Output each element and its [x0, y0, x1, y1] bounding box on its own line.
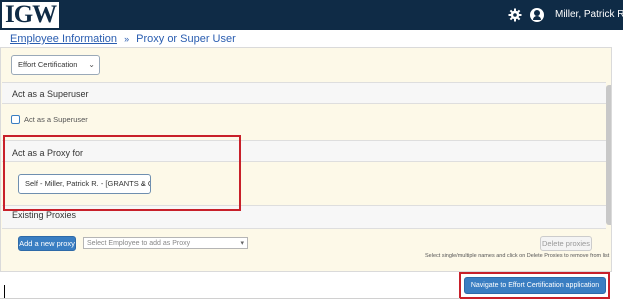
- breadcrumb-current: Proxy or Super User: [136, 33, 236, 45]
- superuser-section-title: Act as a Superuser: [12, 89, 89, 99]
- superuser-checkbox[interactable]: [11, 115, 20, 124]
- footer-divider: [0, 298, 460, 299]
- chevron-down-icon: ⌄: [139, 179, 146, 188]
- breadcrumb: Employee Information » Proxy or Super Us…: [10, 33, 236, 45]
- proxy-select[interactable]: Self - Miller, Patrick R. - [GRANTS & CO…: [18, 174, 151, 194]
- chevron-down-icon: ▾: [240, 240, 244, 247]
- superuser-section-header: Act as a Superuser: [2, 82, 606, 104]
- text-cursor: [4, 285, 5, 299]
- delete-proxies-hint: Select single/multiple names and click o…: [425, 253, 610, 259]
- chevron-down-icon: ⌄: [88, 60, 95, 69]
- application-select[interactable]: Effort Certification ⌄: [11, 55, 100, 75]
- application-select-value: Effort Certification: [18, 60, 78, 69]
- breadcrumb-link-employee-information[interactable]: Employee Information: [10, 33, 117, 45]
- superuser-checkbox-label[interactable]: Act as a Superuser: [24, 115, 88, 124]
- proxy-section-title: Act as a Proxy for: [12, 148, 84, 158]
- proxy-select-value: Self - Miller, Patrick R. - [GRANTS & CO…: [25, 179, 150, 188]
- existing-proxies-section-header: Existing Proxies: [2, 205, 606, 229]
- delete-proxies-button[interactable]: Delete proxies: [540, 236, 592, 251]
- employee-proxy-input[interactable]: Select Employee to add as Proxy ▾: [83, 237, 248, 249]
- proxy-section-header: Act as a Proxy for: [2, 140, 606, 162]
- navigate-effort-certification-button[interactable]: Navigate to Effort Certification applica…: [464, 277, 606, 294]
- top-bar: IGW Miller, Patrick R.: [0, 0, 623, 30]
- add-proxy-button[interactable]: Add a new proxy: [18, 236, 76, 251]
- employee-proxy-placeholder: Select Employee to add as Proxy: [87, 240, 191, 247]
- breadcrumb-separator: »: [124, 34, 130, 44]
- gear-icon[interactable]: [508, 8, 522, 22]
- existing-proxies-section-title: Existing Proxies: [12, 210, 77, 220]
- user-name[interactable]: Miller, Patrick R.: [555, 9, 623, 20]
- logo: IGW: [2, 2, 60, 28]
- vertical-scrollbar[interactable]: [606, 85, 611, 225]
- user-circle-icon[interactable]: [530, 8, 544, 22]
